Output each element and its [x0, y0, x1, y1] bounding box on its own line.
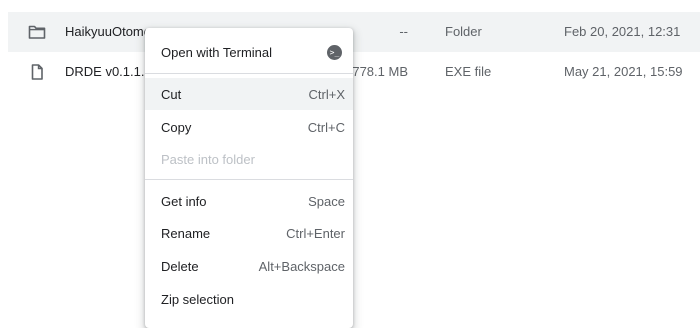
context-menu: Open with Terminal >_ Cut Ctrl+X Copy Ct…	[145, 28, 353, 328]
terminal-icon: >_	[327, 45, 342, 60]
menu-item-open-with-terminal[interactable]: Open with Terminal >_	[145, 36, 353, 68]
menu-item-shortcut: Space	[308, 194, 345, 209]
file-size: --	[399, 24, 408, 39]
menu-item-label: Cut	[161, 87, 182, 102]
menu-item-cut[interactable]: Cut Ctrl+X	[145, 78, 353, 110]
menu-separator	[145, 73, 353, 74]
menu-item-shortcut: Ctrl+C	[307, 120, 345, 135]
menu-item-label: Get info	[161, 194, 207, 209]
menu-item-label: Paste into folder	[161, 152, 255, 167]
menu-item-label: Zip selection	[161, 292, 234, 307]
file-size: 778.1 MB	[352, 64, 408, 79]
menu-item-copy[interactable]: Copy Ctrl+C	[145, 111, 353, 143]
menu-item-shortcut: Ctrl+X	[308, 87, 345, 102]
menu-item-label: Delete	[161, 259, 199, 274]
file-name: DRDE v0.1.1.1	[65, 64, 152, 79]
file-name: HaikyuuOtome	[65, 24, 151, 39]
file-date-modified: May 21, 2021, 15:59	[564, 64, 683, 79]
menu-item-delete[interactable]: Delete Alt+Backspace	[145, 250, 353, 282]
menu-item-rename[interactable]: Rename Ctrl+Enter	[145, 217, 353, 249]
menu-item-paste-into-folder: Paste into folder	[145, 143, 353, 175]
file-icon	[28, 64, 46, 80]
menu-item-label: Open with Terminal	[161, 45, 273, 60]
file-date-modified: Feb 20, 2021, 12:31	[564, 24, 681, 39]
file-type: Folder	[445, 24, 482, 39]
menu-separator	[145, 179, 353, 180]
file-row-haikyuuotome[interactable]: HaikyuuOtome -- Folder Feb 20, 2021, 12:…	[8, 12, 700, 52]
menu-item-label: Copy	[161, 120, 192, 135]
file-type: EXE file	[445, 64, 492, 79]
menu-item-zip-selection[interactable]: Zip selection	[145, 283, 353, 315]
folder-icon	[28, 24, 46, 40]
file-row-drde[interactable]: DRDE v0.1.1.1 778.1 MB EXE file May 21, …	[8, 52, 700, 92]
menu-item-get-info[interactable]: Get info Space	[145, 185, 353, 217]
menu-item-shortcut: Ctrl+Enter	[286, 226, 345, 241]
menu-item-label: Rename	[161, 226, 211, 241]
menu-item-shortcut: Alt+Backspace	[258, 259, 345, 274]
